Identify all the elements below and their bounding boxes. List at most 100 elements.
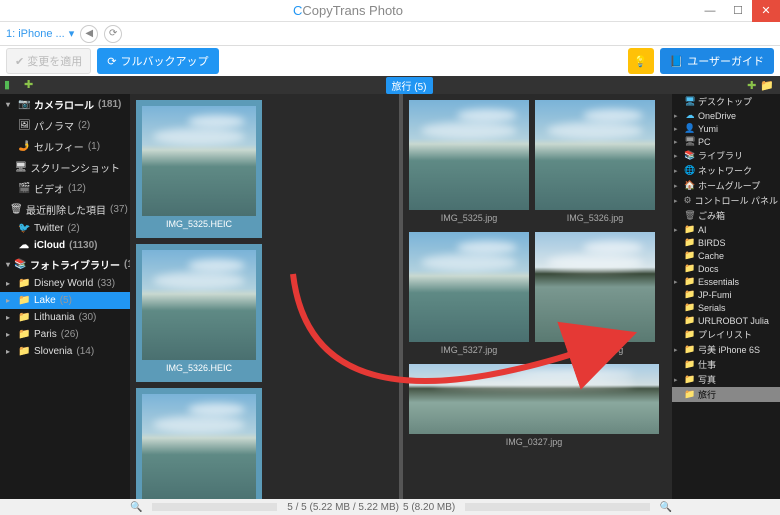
- folder-item[interactable]: ▸ 📁 AI: [672, 223, 780, 236]
- folder-icon: 🏠: [684, 180, 696, 191]
- album-item[interactable]: 🖼 パノラマ (2): [0, 115, 130, 136]
- sidebar-albums: ▾ 📷 カメラロール (181) 🖼 パノラマ (2) 🤳 セルフィー (1) …: [0, 94, 130, 499]
- album-label: パノラマ: [34, 118, 74, 133]
- tree-arrow-icon: ▸: [674, 197, 681, 205]
- album-item[interactable]: 🎬 ビデオ (12): [0, 178, 130, 199]
- panel-header-strip: ▮ ✚ 旅行 (5) ✚ 📁: [0, 76, 780, 94]
- folder-item[interactable]: ▸ 📁 弓美 iPhone 6S: [672, 342, 780, 357]
- tip-button[interactable]: 💡: [628, 48, 654, 74]
- refresh-button[interactable]: ⟳: [104, 25, 122, 43]
- folder-item[interactable]: 🖥 デスクトップ: [672, 94, 780, 109]
- close-button[interactable]: ✕: [752, 0, 780, 22]
- folder-item[interactable]: 📁 Docs: [672, 262, 780, 275]
- photo-thumb[interactable]: IMG_0326.jpg: [535, 232, 655, 358]
- album-item[interactable]: ▸ 📁 Paris (26): [0, 326, 130, 343]
- device-icon: ▮: [4, 78, 18, 92]
- folder-item[interactable]: 📁 旅行: [672, 387, 780, 402]
- apply-changes-button[interactable]: ✔ 変更を適用: [6, 48, 91, 74]
- folder-label: ごみ箱: [698, 209, 725, 222]
- user-guide-button[interactable]: 📘 ユーザーガイド: [660, 48, 774, 74]
- maximize-button[interactable]: ☐: [724, 0, 752, 22]
- album-item[interactable]: ▾ 📚 フォトライブラリー (182): [0, 254, 130, 275]
- app-title: CCopyTrans Photo: [0, 3, 696, 18]
- album-item[interactable]: ▸ 📁 Slovenia (14): [0, 343, 130, 360]
- minimize-button[interactable]: —: [696, 0, 724, 22]
- folder-label: 旅行: [698, 388, 716, 401]
- folder-label: BIRDS: [698, 238, 726, 248]
- folder-item[interactable]: ▸ ⚙ コントロール パネル: [672, 193, 780, 208]
- folder-item[interactable]: 🗑 ごみ箱: [672, 208, 780, 223]
- apply-label: 変更を適用: [27, 56, 82, 68]
- zoom-slider-right[interactable]: [465, 503, 649, 511]
- check-icon: ✔: [15, 56, 24, 68]
- photo-thumb[interactable]: IMG_5326.jpg: [535, 100, 655, 226]
- status-right-text: 5 (8.20 MB): [403, 502, 455, 513]
- folder-icon: 📁: [684, 315, 696, 326]
- photo-thumb[interactable]: IMG_0327.jpg: [409, 364, 659, 450]
- album-count: (181): [98, 99, 121, 110]
- destination-chip[interactable]: 旅行 (5): [386, 77, 433, 94]
- album-count: (1): [88, 141, 100, 152]
- folder-item[interactable]: ▸ 📁 写真: [672, 372, 780, 387]
- folder-item[interactable]: ▸ 🏠 ホームグループ: [672, 178, 780, 193]
- album-count: (30): [79, 312, 97, 323]
- album-label: ビデオ: [34, 181, 64, 196]
- zoom-out-icon[interactable]: 🔍: [130, 502, 142, 513]
- zoom-in-icon[interactable]: 🔍: [660, 502, 672, 513]
- album-count: (12): [68, 183, 86, 194]
- album-item[interactable]: 🤳 セルフィー (1): [0, 136, 130, 157]
- folder-item[interactable]: 📁 仕事: [672, 357, 780, 372]
- zoom-slider-left[interactable]: [152, 503, 277, 511]
- thumb-label: IMG_0326.jpg: [535, 342, 655, 358]
- photo-thumb[interactable]: IMG_5327.HEIC: [136, 388, 262, 499]
- folder-item[interactable]: ▸ ☁ OneDrive: [672, 109, 780, 122]
- album-item[interactable]: 🗑 最近削除した項目 (37): [0, 199, 130, 220]
- back-button[interactable]: ◀: [80, 25, 98, 43]
- folder-item[interactable]: 📁 JP-Fumi: [672, 288, 780, 301]
- tree-arrow-icon: ▸: [674, 376, 682, 384]
- device-dropdown[interactable]: 1: iPhone ... ▾: [6, 27, 74, 40]
- album-icon: 🤳: [18, 141, 30, 152]
- folder-item[interactable]: ▸ 📁 Essentials: [672, 275, 780, 288]
- album-label: Slovenia: [34, 346, 72, 357]
- folder-item[interactable]: 📁 Serials: [672, 301, 780, 314]
- album-label: カメラロール: [34, 97, 94, 112]
- folder-item[interactable]: ▸ 📚 ライブラリ: [672, 148, 780, 163]
- album-item[interactable]: 🖥 スクリーンショット: [0, 157, 130, 178]
- folder-item[interactable]: ▸ 🖥 PC: [672, 135, 780, 148]
- destination-thumbs[interactable]: IMG_5325.jpg IMG_5326.jpg IMG_5327.jpg I…: [403, 94, 672, 499]
- folder-add-icon[interactable]: 📁: [760, 79, 774, 92]
- album-count: (14): [76, 346, 94, 357]
- album-item[interactable]: 🐦 Twitter (2): [0, 220, 130, 237]
- album-icon: 📚: [14, 259, 26, 270]
- folder-item[interactable]: ▸ 👤 Yumi: [672, 122, 780, 135]
- album-item[interactable]: ▸ 📁 Lithuania (30): [0, 309, 130, 326]
- add-folder-icon[interactable]: ✚: [747, 79, 756, 92]
- photo-thumb[interactable]: IMG_5325.jpg: [409, 100, 529, 226]
- photo-thumb[interactable]: IMG_5326.HEIC: [136, 244, 262, 382]
- folder-label: 弓美 iPhone 6S: [698, 343, 760, 356]
- source-thumbs[interactable]: IMG_5325.HEIC IMG_5326.HEIC IMG_5327.HEI…: [130, 94, 399, 499]
- album-icon: 📷: [18, 99, 30, 110]
- full-backup-button[interactable]: ⟳ フルバックアップ: [97, 48, 218, 74]
- folder-item[interactable]: 📁 プレイリスト: [672, 327, 780, 342]
- folder-icon: 📁: [684, 329, 696, 340]
- album-item[interactable]: ▸ 📁 Disney World (33): [0, 275, 130, 292]
- folder-item[interactable]: 📁 Cache: [672, 249, 780, 262]
- album-count: (2): [67, 223, 79, 234]
- add-icon[interactable]: ✚: [24, 78, 38, 92]
- photo-thumb[interactable]: IMG_5325.HEIC: [136, 100, 262, 238]
- album-item[interactable]: ▾ 📷 カメラロール (181): [0, 94, 130, 115]
- folder-item[interactable]: 📁 URLROBOT Julia: [672, 314, 780, 327]
- guide-label: ユーザーガイド: [687, 53, 764, 69]
- album-item[interactable]: ☁ iCloud (1130): [0, 237, 130, 254]
- thumb-image: [409, 232, 529, 342]
- destination-panel: IMG_5325.jpg IMG_5326.jpg IMG_5327.jpg I…: [403, 94, 672, 499]
- folder-item[interactable]: ▸ 🌐 ネットワーク: [672, 163, 780, 178]
- photo-thumb[interactable]: IMG_5327.jpg: [409, 232, 529, 358]
- folder-icon: ⚙: [683, 195, 693, 206]
- album-item[interactable]: ▸ 📁 Lake (5): [0, 292, 130, 309]
- titlebar: CCopyTrans Photo — ☐ ✕: [0, 0, 780, 22]
- album-icon: 📁: [18, 295, 30, 306]
- folder-item[interactable]: 📁 BIRDS: [672, 236, 780, 249]
